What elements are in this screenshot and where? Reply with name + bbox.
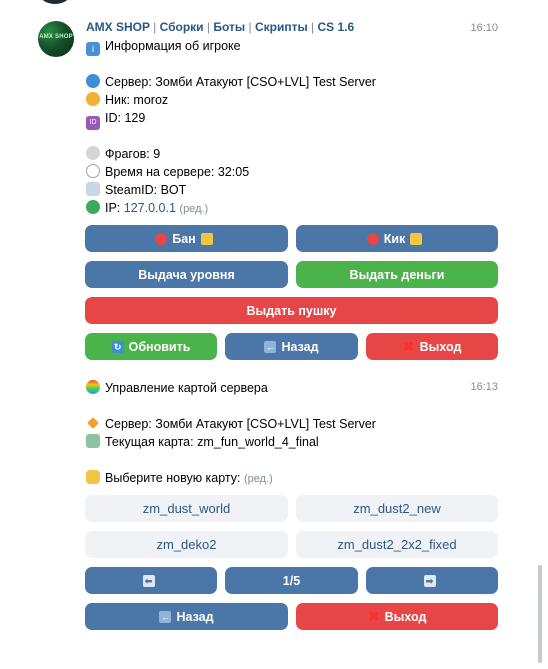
time-line: Время на сервере: 32:05 [86,164,249,180]
give-gun-button[interactable]: Выдать пушку [85,297,498,324]
message-time: 16:13 [470,381,498,393]
back-arrow-icon: ⬅ [142,574,155,587]
exit-button[interactable]: ✖ Выход [366,333,498,360]
earth-icon [86,200,100,214]
refresh-button[interactable]: ↻ Обновить [85,333,217,360]
current-map-line: Текущая карта: zm_fun_world_4_final [86,434,319,450]
channel-link[interactable]: Скрипты [255,20,308,34]
channel-link[interactable]: Боты [213,20,245,34]
previous-avatar [38,0,72,4]
diamond-icon [87,417,99,429]
sender-name[interactable]: AMX SHOP [86,20,150,34]
stopwatch-icon [86,164,100,178]
steamid-line: SteamID: BOT [86,182,186,198]
avatar-logo-text: AMX SHOP [39,34,73,40]
globe-icon [86,74,100,88]
map-option-button[interactable]: zm_dust_world [85,495,288,522]
ip-link[interactable]: 127.0.0.1 [124,201,176,215]
exit-button[interactable]: ✖ Выход [296,603,498,630]
map-icon [86,434,100,448]
message-time: 16:10 [470,22,498,34]
choose-map-line: Выберите новую карту: (ред.) [86,470,273,487]
back-arrow-icon: ← [159,610,172,623]
server-line: Сервер: Зомби Атакуют [CSO+LVL] Test Ser… [86,74,376,90]
walk-icon [366,232,379,245]
ban-button[interactable]: Бан [85,225,288,252]
give-money-button[interactable]: Выдать деньги [296,261,498,288]
map-option-button[interactable]: zm_deko2 [85,531,288,558]
edited-label: (ред.) [179,203,209,215]
cross-icon: ✖ [368,608,380,624]
avatar[interactable]: AMX SHOP [38,21,74,57]
map-control-title: Управление картой сервера [86,380,268,396]
nick-line: Ник: moroz [86,92,168,108]
forward-arrow-icon: ➡ [423,574,436,587]
rainbow-icon [86,380,100,394]
scrollbar[interactable] [538,565,542,663]
frags-line: Фрагов: 9 [86,146,160,162]
message-header: AMX SHOP | Сборки | Боты | Скрипты | CS … [86,20,355,34]
server-line: Сервер: Зомби Атакуют [CSO+LVL] Test Ser… [86,416,376,432]
back-button[interactable]: ← Назад [225,333,358,360]
map-option-button[interactable]: zm_dust2_new [296,495,498,522]
map-option-button[interactable]: zm_dust2_2x2_fixed [296,531,498,558]
lock-icon [200,232,213,245]
back-button[interactable]: ← Назад [85,603,288,630]
cross-icon: ✖ [403,338,415,354]
channel-link[interactable]: Сборки [160,20,204,34]
no-entry-icon [155,232,168,245]
lock-icon [410,232,423,245]
edited-label: (ред.) [244,473,273,485]
refresh-icon: ↻ [111,340,124,353]
point-icon [86,470,100,484]
skull-icon [86,146,100,160]
page-indicator-button[interactable]: 1/5 [225,567,358,594]
next-page-button[interactable]: ➡ [366,567,498,594]
info-icon: i [86,42,100,56]
channel-link[interactable]: CS 1.6 [318,20,355,34]
cat-icon [86,92,100,106]
id-line: ID ID: 129 [86,110,145,130]
dna-icon [86,182,100,196]
give-level-button[interactable]: Выдача уровня [85,261,288,288]
back-arrow-icon: ← [264,340,277,353]
id-icon: ID [86,116,100,130]
kick-button[interactable]: Кик [296,225,498,252]
ip-line: IP: 127.0.0.1 (ред.) [86,200,208,217]
info-title: i Информация об игроке [86,38,241,56]
prev-page-button[interactable]: ⬅ [85,567,217,594]
